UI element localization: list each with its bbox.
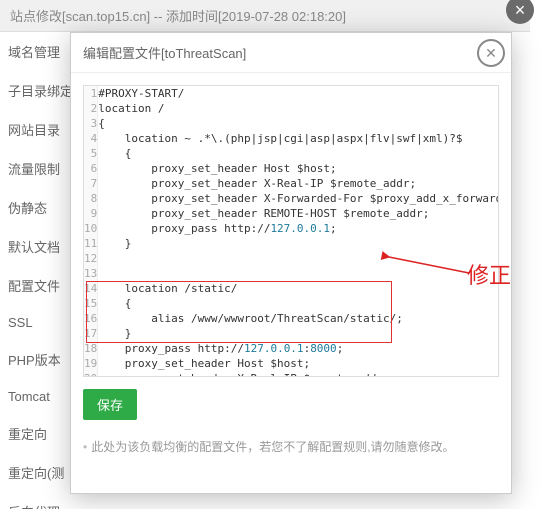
config-editor-dialog: 编辑配置文件[toThreatScan] ✕ 1#PROXY-START/2lo… xyxy=(70,32,512,494)
code-line: 14 location /static/ xyxy=(84,281,499,296)
code-line: 9 proxy_set_header REMOTE-HOST $remote_a… xyxy=(84,206,499,221)
side-tab[interactable]: PHP版本 xyxy=(0,340,70,379)
side-tab[interactable]: 子目录绑定 xyxy=(0,71,70,110)
code-line: 3{ xyxy=(84,116,499,131)
code-line: 18 proxy_pass http://127.0.0.1:8000; xyxy=(84,341,499,356)
side-tab[interactable]: 伪静态 xyxy=(0,188,70,227)
code-line: 20 proxy_set_header X-Real-IP $remote_ad… xyxy=(84,371,499,377)
code-line: 1#PROXY-START/ xyxy=(84,86,499,101)
side-tab[interactable]: 流量限制 xyxy=(0,149,70,188)
inner-close-button[interactable]: ✕ xyxy=(477,39,505,67)
code-editor[interactable]: 1#PROXY-START/2location /3{4 location ~ … xyxy=(83,85,499,377)
code-line: 10 proxy_pass http://127.0.0.1; xyxy=(84,221,499,236)
code-line: 12 xyxy=(84,251,499,266)
save-button[interactable]: 保存 xyxy=(83,389,137,420)
code-line: 17 } xyxy=(84,326,499,341)
code-line: 7 proxy_set_header X-Real-IP $remote_add… xyxy=(84,176,499,191)
code-line: 13 xyxy=(84,266,499,281)
tip-text: •此处为该负载均衡的配置文件，若您不了解配置规则,请勿随意修改。 xyxy=(83,438,499,455)
code-line: 6 proxy_set_header Host $host; xyxy=(84,161,499,176)
side-tab[interactable]: 反向代理 xyxy=(0,492,70,509)
code-line: 5 { xyxy=(84,146,499,161)
side-tab[interactable]: 网站目录 xyxy=(0,110,70,149)
code-line: 16 alias /www/wwwroot/ThreatScan/static/… xyxy=(84,311,499,326)
side-tab[interactable]: 重定向 xyxy=(0,414,70,453)
side-tab[interactable]: 默认文档 xyxy=(0,227,70,266)
side-tab[interactable]: 域名管理 xyxy=(0,32,70,71)
code-line: 8 proxy_set_header X-Forwarded-For $prox… xyxy=(84,191,499,206)
side-tab[interactable]: 配置文件 xyxy=(0,266,70,305)
code-line: 4 location ~ .*\.(php|jsp|cgi|asp|aspx|f… xyxy=(84,131,499,146)
code-line: 11 } xyxy=(84,236,499,251)
side-tabs: 域名管理子目录绑定网站目录流量限制伪静态默认文档配置文件SSLPHP版本Tomc… xyxy=(0,32,70,492)
code-line: 15 { xyxy=(84,296,499,311)
side-tab[interactable]: 重定向(测 xyxy=(0,453,70,492)
code-line: 2location / xyxy=(84,101,499,116)
side-tab[interactable]: Tomcat xyxy=(0,379,70,414)
outer-dialog-title: 站点修改[scan.top15.cn] -- 添加时间[2019-07-28 0… xyxy=(0,0,530,32)
inner-dialog-title: 编辑配置文件[toThreatScan] xyxy=(71,33,511,73)
code-line: 19 proxy_set_header Host $host; xyxy=(84,356,499,371)
side-tab[interactable]: SSL xyxy=(0,305,70,340)
